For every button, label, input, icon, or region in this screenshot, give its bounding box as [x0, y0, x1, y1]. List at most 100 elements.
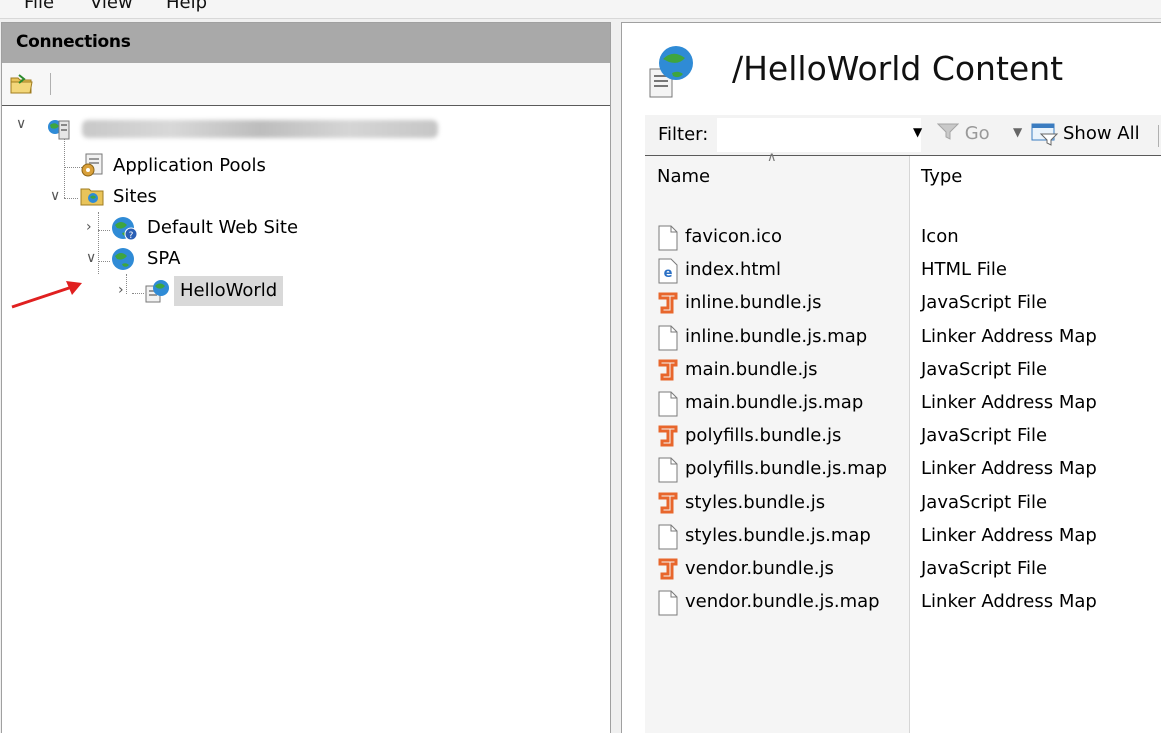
file-name: vendor.bundle.js	[685, 558, 834, 579]
file-row[interactable]: favicon.ico Icon	[645, 222, 1161, 255]
connections-tree: ∨ Application Pools ∨ Sites › ? Default …	[2, 106, 610, 706]
svg-text:e: e	[664, 266, 673, 281]
sites-folder-icon	[80, 185, 104, 212]
filter-input[interactable]	[717, 118, 921, 152]
tree-node-default-web-site[interactable]: › ? Default Web Site	[2, 213, 402, 243]
file-row[interactable]: styles.bundle.js.map Linker Address Map	[645, 521, 1161, 554]
tree-label-helloworld: HelloWorld	[174, 276, 284, 306]
file-icon	[657, 325, 679, 355]
go-dropdown-arrow-icon[interactable]: ▼	[1013, 125, 1022, 139]
js-file-icon	[657, 358, 679, 388]
filter-toolbar: Filter: ▼ Go ▼ Show All	[645, 115, 1161, 156]
tree-label-spa: SPA	[147, 248, 181, 269]
tree-node-sites[interactable]: ∨ Sites	[2, 182, 402, 212]
column-header-name[interactable]: Name	[657, 166, 710, 187]
file-type: Linker Address Map	[921, 591, 1097, 613]
file-type: HTML File	[921, 259, 1007, 281]
file-icon	[657, 225, 679, 255]
chevron-down-icon[interactable]: ∨	[16, 116, 26, 132]
file-name: index.html	[685, 259, 781, 281]
file-icon	[657, 590, 679, 620]
tree-label-default-web-site: Default Web Site	[147, 217, 299, 238]
file-row[interactable]: vendor.bundle.js JavaScript File	[645, 554, 1161, 587]
chevron-down-icon[interactable]: ∨	[50, 188, 60, 204]
filter-label: Filter:	[658, 124, 709, 145]
file-row[interactable]: polyfills.bundle.js.map Linker Address Ma…	[645, 454, 1161, 487]
file-name: polyfills.bundle.js	[685, 425, 842, 447]
js-file-icon	[657, 491, 679, 521]
sort-ascending-icon: ∧	[767, 150, 777, 165]
html-file-icon: e	[657, 258, 679, 288]
file-name: favicon.ico	[685, 226, 782, 247]
connections-title: Connections	[16, 32, 131, 52]
js-file-icon	[657, 424, 679, 454]
file-type: JavaScript File	[921, 491, 1048, 513]
file-icon	[657, 524, 679, 554]
website-globe-icon: ?	[110, 215, 138, 246]
file-row[interactable]: polyfills.bundle.js JavaScript File	[645, 421, 1161, 454]
file-icon	[657, 457, 679, 487]
toolbar-separator	[50, 73, 51, 95]
redacted-server-name	[82, 120, 438, 138]
content-panel: /HelloWorld Content Filter: ▼ Go ▼ Show …	[621, 22, 1161, 733]
tree-node-spa[interactable]: ∨ SPA	[2, 244, 402, 274]
file-row[interactable]: inline.bundle.js.map Linker Address Map	[645, 322, 1161, 355]
js-file-icon	[657, 557, 679, 587]
application-pools-icon	[80, 152, 106, 183]
file-name: main.bundle.js	[685, 358, 818, 380]
connections-header: Connections	[2, 23, 610, 63]
filter-dropdown-arrow-icon[interactable]: ▼	[913, 125, 922, 139]
file-type: JavaScript File	[921, 425, 1048, 447]
file-name: vendor.bundle.js.map	[685, 591, 880, 613]
go-label: Go	[964, 123, 990, 144]
file-row[interactable]: vendor.bundle.js.map Linker Address Map	[645, 587, 1161, 620]
file-list: ∧ Name Type favicon.ico Icon e index.html HT…	[645, 150, 1161, 733]
file-type: Linker Address Map	[921, 524, 1097, 546]
toolbar-separator	[1158, 125, 1159, 147]
file-type: JavaScript File	[921, 292, 1048, 314]
show-all-label: Show All	[1063, 123, 1140, 144]
file-name: inline.bundle.js.map	[685, 325, 868, 347]
file-name: inline.bundle.js	[685, 292, 822, 314]
file-type: Linker Address Map	[921, 392, 1097, 413]
annotation-arrow-icon	[10, 277, 86, 315]
file-type: Linker Address Map	[921, 325, 1097, 347]
web-application-icon	[144, 278, 172, 309]
menu-view[interactable]: View	[90, 0, 133, 13]
file-row[interactable]: inline.bundle.js JavaScript File	[645, 288, 1161, 321]
menu-bar: File View Help	[0, 0, 1161, 19]
content-view-icon	[646, 43, 702, 107]
connections-panel: Connections ∨ Application Pools ∨ Sites …	[1, 22, 611, 733]
file-row[interactable]: styles.bundle.js JavaScript File	[645, 488, 1161, 521]
tree-label-sites: Sites	[113, 186, 157, 207]
website-globe-icon	[110, 246, 136, 277]
file-type: JavaScript File	[921, 558, 1048, 579]
file-row[interactable]: main.bundle.js.map Linker Address Map	[645, 388, 1161, 421]
tree-node-server[interactable]: ∨	[2, 116, 502, 150]
file-type: Icon	[921, 226, 959, 247]
file-type: JavaScript File	[921, 358, 1048, 380]
file-name: polyfills.bundle.js.map	[685, 458, 888, 480]
file-name: styles.bundle.js.map	[685, 524, 871, 546]
tree-label-application-pools: Application Pools	[113, 155, 266, 176]
column-header-type[interactable]: Type	[921, 166, 962, 187]
open-folder-icon[interactable]	[10, 73, 34, 99]
file-row[interactable]: main.bundle.js JavaScript File	[645, 355, 1161, 388]
go-button[interactable]: Go	[936, 123, 990, 144]
menu-file[interactable]: File	[24, 0, 54, 13]
file-icon	[657, 391, 679, 421]
js-file-icon	[657, 291, 679, 321]
file-name: styles.bundle.js	[685, 491, 826, 513]
file-name: main.bundle.js.map	[685, 392, 864, 413]
file-type: Linker Address Map	[921, 458, 1097, 480]
connections-toolbar	[2, 63, 610, 106]
chevron-right-icon[interactable]: ›	[118, 282, 124, 298]
file-row[interactable]: e index.html HTML File	[645, 255, 1161, 288]
server-icon	[46, 118, 72, 147]
chevron-down-icon[interactable]: ∨	[86, 250, 96, 266]
chevron-right-icon[interactable]: ›	[86, 219, 92, 235]
page-title: /HelloWorld Content	[732, 49, 1064, 88]
svg-text:?: ?	[129, 231, 134, 241]
menu-help[interactable]: Help	[166, 0, 207, 13]
tree-node-application-pools[interactable]: Application Pools	[2, 151, 402, 181]
